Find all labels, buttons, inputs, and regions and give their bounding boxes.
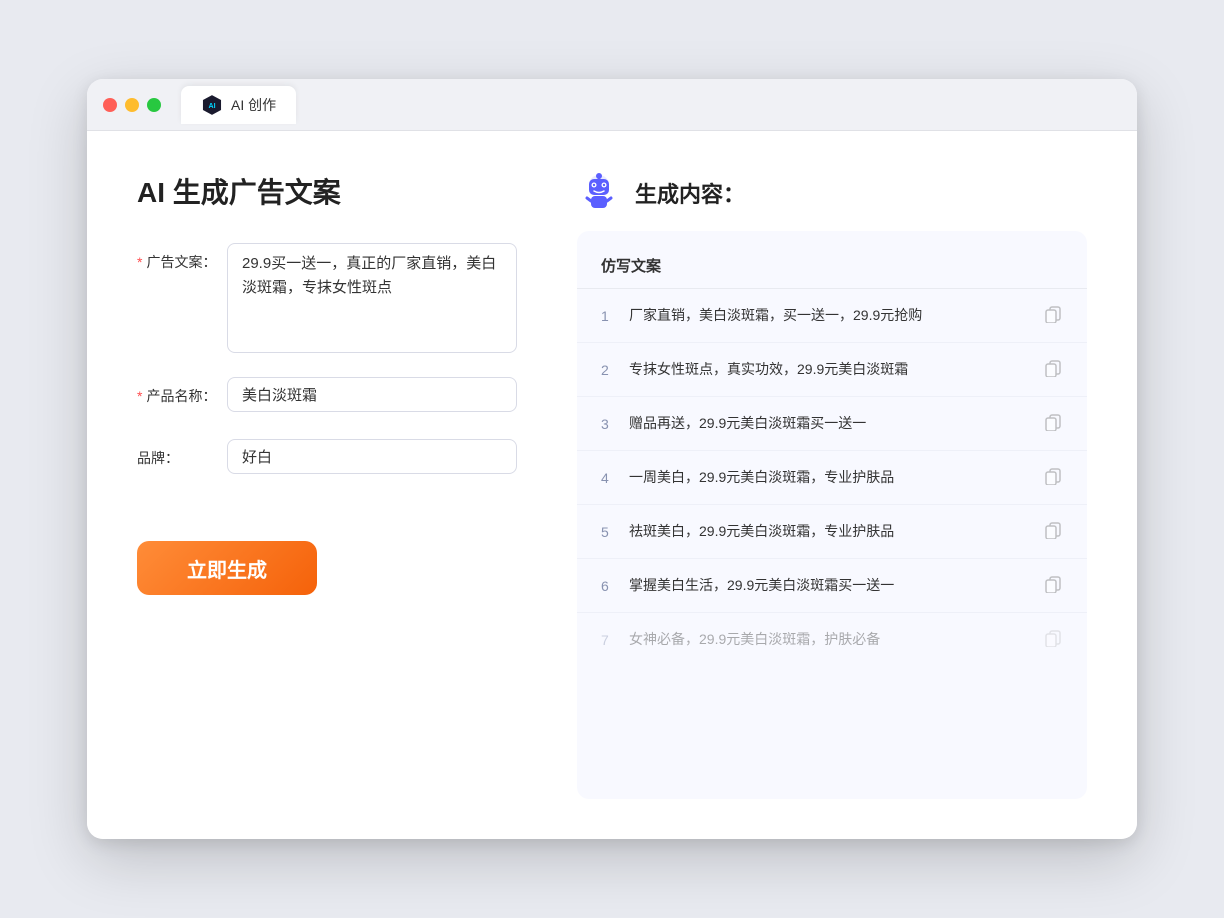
brand-group: 品牌： — [137, 439, 517, 477]
product-name-group: 产品名称： — [137, 377, 517, 415]
right-header: 生成内容： — [577, 171, 1087, 215]
result-row: 3赠品再送，29.9元美白淡斑霜买一送一 — [577, 397, 1087, 451]
result-text: 赠品再送，29.9元美白淡斑霜买一送一 — [629, 413, 1043, 434]
brand-label: 品牌： — [137, 439, 227, 477]
titlebar: AI AI 创作 — [87, 79, 1137, 131]
result-number: 2 — [601, 362, 629, 378]
copy-button[interactable] — [1043, 357, 1063, 382]
tab-label: AI 创作 — [231, 95, 276, 115]
ad-copy-group: 广告文案： — [137, 243, 517, 353]
result-row: 4一周美白，29.9元美白淡斑霜，专业护肤品 — [577, 451, 1087, 505]
results-container: 仿写文案 1厂家直销，美白淡斑霜，买一送一，29.9元抢购 2专抹女性斑点，真实… — [577, 231, 1087, 799]
product-input[interactable] — [227, 377, 517, 412]
result-text: 祛斑美白，29.9元美白淡斑霜，专业护肤品 — [629, 521, 1043, 542]
ai-tab-icon: AI — [201, 94, 223, 116]
result-row: 7女神必备，29.9元美白淡斑霜，护肤必备 — [577, 613, 1087, 666]
page-title: AI 生成广告文案 — [137, 171, 517, 211]
result-number: 7 — [601, 632, 629, 648]
results-list: 1厂家直销，美白淡斑霜，买一送一，29.9元抢购 2专抹女性斑点，真实功效，29… — [577, 289, 1087, 666]
traffic-lights — [103, 98, 161, 112]
result-text: 女神必备，29.9元美白淡斑霜，护肤必备 — [629, 629, 1043, 650]
tab-ai-creation[interactable]: AI AI 创作 — [181, 86, 296, 124]
result-text: 专抹女性斑点，真实功效，29.9元美白淡斑霜 — [629, 359, 1043, 380]
copy-button[interactable] — [1043, 303, 1063, 328]
brand-input[interactable] — [227, 439, 517, 474]
column-header: 仿写文案 — [601, 255, 661, 276]
product-label: 产品名称： — [137, 377, 227, 415]
result-row: 5祛斑美白，29.9元美白淡斑霜，专业护肤品 — [577, 505, 1087, 559]
copy-button[interactable] — [1043, 519, 1063, 544]
results-header: 仿写文案 — [577, 247, 1087, 289]
result-text: 掌握美白生活，29.9元美白淡斑霜买一送一 — [629, 575, 1043, 596]
generate-button[interactable]: 立即生成 — [137, 541, 317, 595]
ad-textarea[interactable] — [227, 243, 517, 353]
robot-icon — [577, 171, 621, 215]
browser-content: AI 生成广告文案 广告文案： 产品名称： 品牌： 立即生成 — [87, 131, 1137, 839]
result-text: 一周美白，29.9元美白淡斑霜，专业护肤品 — [629, 467, 1043, 488]
copy-button[interactable] — [1043, 411, 1063, 436]
minimize-button[interactable] — [125, 98, 139, 112]
copy-button[interactable] — [1043, 627, 1063, 652]
result-number: 6 — [601, 578, 629, 594]
copy-button[interactable] — [1043, 465, 1063, 490]
result-text: 厂家直销，美白淡斑霜，买一送一，29.9元抢购 — [629, 305, 1043, 326]
result-number: 4 — [601, 470, 629, 486]
result-row: 1厂家直销，美白淡斑霜，买一送一，29.9元抢购 — [577, 289, 1087, 343]
result-row: 2专抹女性斑点，真实功效，29.9元美白淡斑霜 — [577, 343, 1087, 397]
close-button[interactable] — [103, 98, 117, 112]
ad-label: 广告文案： — [137, 243, 227, 281]
maximize-button[interactable] — [147, 98, 161, 112]
right-title: 生成内容： — [635, 177, 745, 209]
result-number: 5 — [601, 524, 629, 540]
browser-window: AI AI 创作 AI 生成广告文案 广告文案： 产品名称： 品牌： — [87, 79, 1137, 839]
left-panel: AI 生成广告文案 广告文案： 产品名称： 品牌： 立即生成 — [137, 171, 517, 799]
svg-text:AI: AI — [208, 103, 215, 110]
copy-button[interactable] — [1043, 573, 1063, 598]
right-panel: 生成内容： 仿写文案 1厂家直销，美白淡斑霜，买一送一，29.9元抢购 2专抹女… — [577, 171, 1087, 799]
result-number: 1 — [601, 308, 629, 324]
result-row: 6掌握美白生活，29.9元美白淡斑霜买一送一 — [577, 559, 1087, 613]
result-number: 3 — [601, 416, 629, 432]
